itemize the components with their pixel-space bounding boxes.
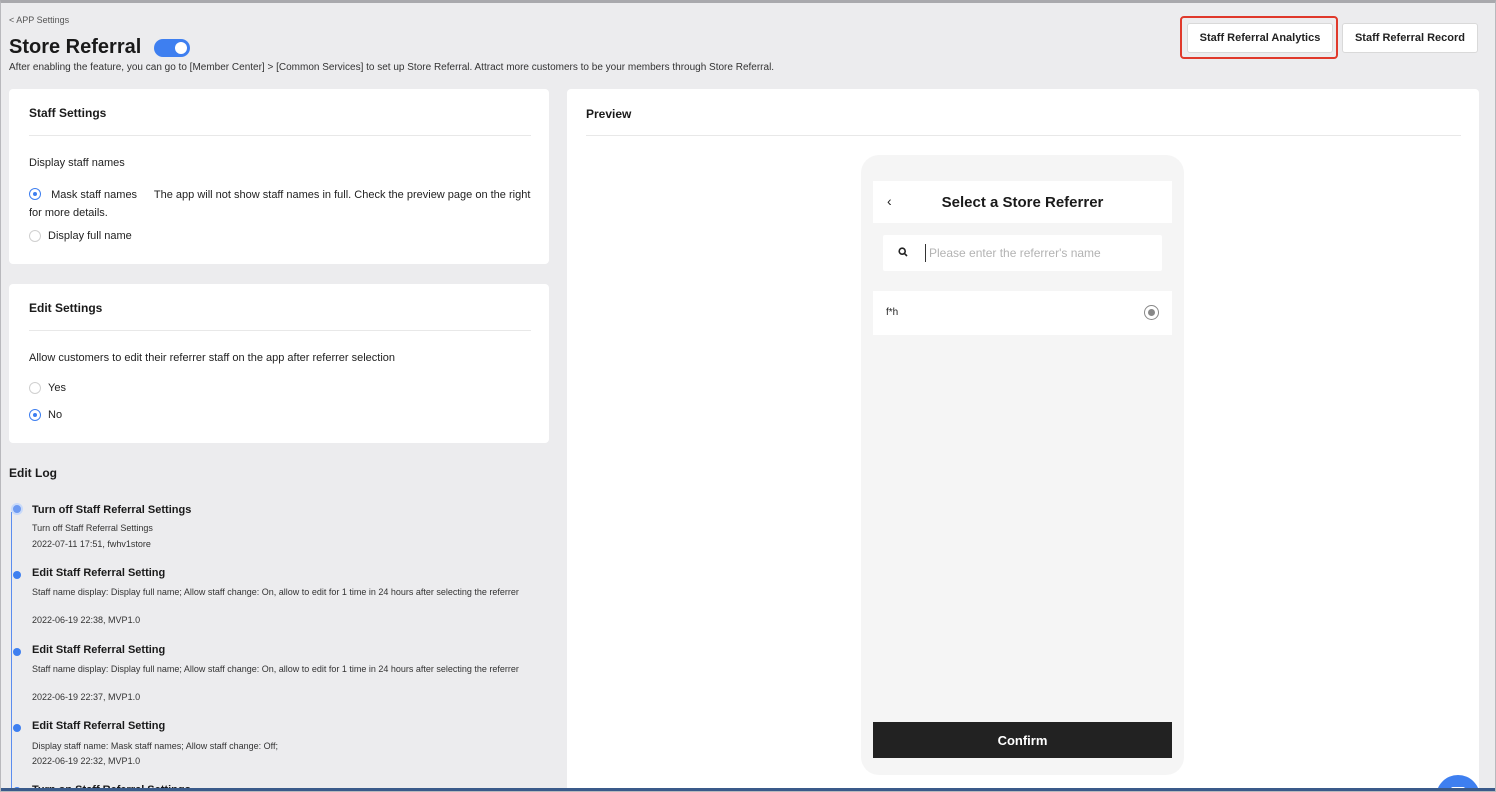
referrer-search-input[interactable] bbox=[925, 244, 1145, 262]
log-entry-meta: 2022-06-19 22:38, MVP1.0 bbox=[32, 615, 141, 625]
preview-title: Preview bbox=[586, 107, 632, 121]
edit-log-heading: Edit Log bbox=[9, 466, 57, 480]
log-entry-title: Edit Staff Referral Setting bbox=[32, 644, 166, 656]
page-subtitle: After enabling the feature, you can go t… bbox=[9, 62, 775, 73]
timeline-line bbox=[11, 512, 12, 791]
staff-settings-title: Staff Settings bbox=[29, 106, 107, 120]
referrer-radio[interactable] bbox=[1144, 305, 1159, 320]
log-entry-meta: 2022-06-19 22:37, MVP1.0 bbox=[32, 692, 141, 702]
phone-title: Select a Store Referrer bbox=[941, 194, 1104, 211]
timeline-dot bbox=[13, 724, 21, 732]
log-entry-title: Edit Staff Referral Setting bbox=[32, 567, 166, 579]
divider bbox=[29, 330, 531, 331]
phone-header: ‹ Select a Store Referrer bbox=[873, 181, 1172, 223]
log-entry-title: Edit Staff Referral Setting bbox=[32, 720, 166, 732]
yes-radio[interactable] bbox=[29, 382, 41, 394]
page-title: Store Referral bbox=[9, 36, 142, 58]
timeline-dot bbox=[13, 571, 21, 579]
back-to-app-settings-link[interactable]: < APP Settings bbox=[9, 15, 69, 25]
mask-option-label: Mask staff names bbox=[51, 189, 138, 201]
staff-settings-card: Staff Settings Display staff names Mask … bbox=[9, 89, 549, 264]
log-entry-meta: 2022-07-11 17:51, fwhv1store bbox=[32, 539, 151, 549]
mask-radio[interactable] bbox=[29, 188, 41, 200]
confirm-button[interactable]: Confirm bbox=[873, 722, 1172, 758]
log-entry-desc: Staff name display: Display full name; A… bbox=[32, 587, 519, 597]
referrer-search-box bbox=[883, 235, 1162, 271]
display-full-name-option[interactable]: Display full name bbox=[29, 230, 132, 242]
timeline-dot bbox=[11, 503, 23, 515]
phone-preview: ‹ Select a Store Referrer f*h Confirm bbox=[861, 155, 1184, 775]
full-name-radio[interactable] bbox=[29, 230, 41, 242]
toggle-knob bbox=[175, 41, 188, 54]
title-row: Store Referral bbox=[9, 36, 191, 59]
log-entry-desc: Turn off Staff Referral Settings bbox=[32, 523, 153, 533]
staff-referral-record-button[interactable]: Staff Referral Record bbox=[1342, 23, 1478, 53]
edit-settings-title: Edit Settings bbox=[29, 301, 103, 315]
yes-option[interactable]: Yes bbox=[29, 382, 66, 394]
referrer-list-item[interactable]: f*h bbox=[873, 291, 1172, 335]
store-referral-toggle[interactable] bbox=[154, 38, 191, 57]
app-window: < APP Settings Store Referral After enab… bbox=[0, 0, 1496, 792]
divider bbox=[586, 135, 1461, 136]
log-entry-title: Turn off Staff Referral Settings bbox=[32, 504, 192, 516]
staff-referral-analytics-button[interactable]: Staff Referral Analytics bbox=[1187, 23, 1333, 53]
no-radio[interactable] bbox=[29, 409, 41, 421]
log-entry-desc: Staff name display: Display full name; A… bbox=[32, 664, 519, 674]
yes-label: Yes bbox=[48, 382, 66, 394]
mask-staff-names-option[interactable]: Mask staff names The app will not show s… bbox=[29, 186, 539, 222]
referrer-name: f*h bbox=[886, 307, 899, 318]
bottom-bar bbox=[1, 788, 1495, 791]
no-label: No bbox=[48, 409, 63, 421]
display-staff-names-label: Display staff names bbox=[29, 157, 125, 169]
search-icon bbox=[898, 247, 908, 257]
divider bbox=[29, 135, 531, 136]
no-option[interactable]: No bbox=[29, 409, 62, 421]
edit-settings-card: Edit Settings Allow customers to edit th… bbox=[9, 284, 549, 443]
preview-card: Preview ‹ Select a Store Referrer f*h Co… bbox=[567, 89, 1479, 791]
log-entry-meta: 2022-06-19 22:32, MVP1.0 bbox=[32, 756, 141, 766]
log-entry-desc: Display staff name: Mask staff names; Al… bbox=[32, 741, 278, 751]
timeline-dot bbox=[13, 648, 21, 656]
full-name-label: Display full name bbox=[48, 230, 132, 242]
allow-edit-label: Allow customers to edit their referrer s… bbox=[29, 352, 396, 364]
